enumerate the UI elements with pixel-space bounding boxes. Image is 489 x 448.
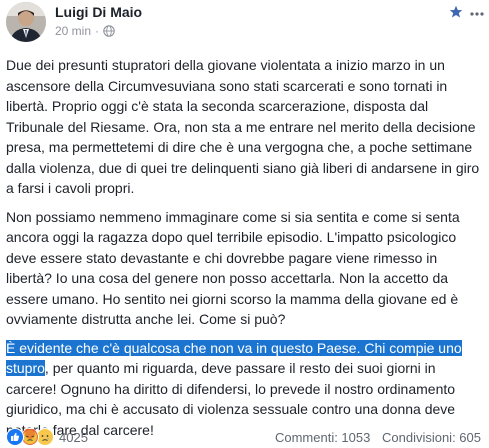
post-header: Luigi Di Maio 20 min · bbox=[0, 0, 489, 48]
globe-icon bbox=[103, 25, 115, 37]
post-paragraph: Due dei presunti stupratori della giovan… bbox=[6, 57, 480, 196]
more-options-icon[interactable] bbox=[470, 6, 484, 16]
engagement-counts: Commenti: 1053 Condivisioni: 605 bbox=[267, 430, 481, 445]
paragraph-text: , per quanto mi riguarda, deve passare i… bbox=[6, 360, 456, 438]
post-body: Due dei presunti stupratori della giovan… bbox=[6, 55, 484, 448]
post-paragraph: È evidente che c'è qualcosa che non va i… bbox=[6, 338, 484, 441]
avatar[interactable] bbox=[6, 2, 46, 42]
shares-count[interactable]: Condivisioni: 605 bbox=[382, 430, 481, 445]
meta-separator: · bbox=[95, 24, 100, 38]
author-name[interactable]: Luigi Di Maio bbox=[55, 4, 142, 20]
like-reaction-icon[interactable] bbox=[6, 428, 24, 446]
post-time[interactable]: 20 min bbox=[55, 24, 91, 38]
comments-count[interactable]: Commenti: 1053 bbox=[275, 430, 370, 445]
post-paragraph: Non possiamo nemmeno immaginare come si … bbox=[6, 208, 460, 328]
post-meta: 20 min · bbox=[55, 24, 115, 38]
reactions-summary[interactable]: 4025 bbox=[6, 428, 88, 446]
star-icon[interactable] bbox=[449, 5, 463, 19]
reaction-count[interactable]: 4025 bbox=[59, 430, 88, 445]
